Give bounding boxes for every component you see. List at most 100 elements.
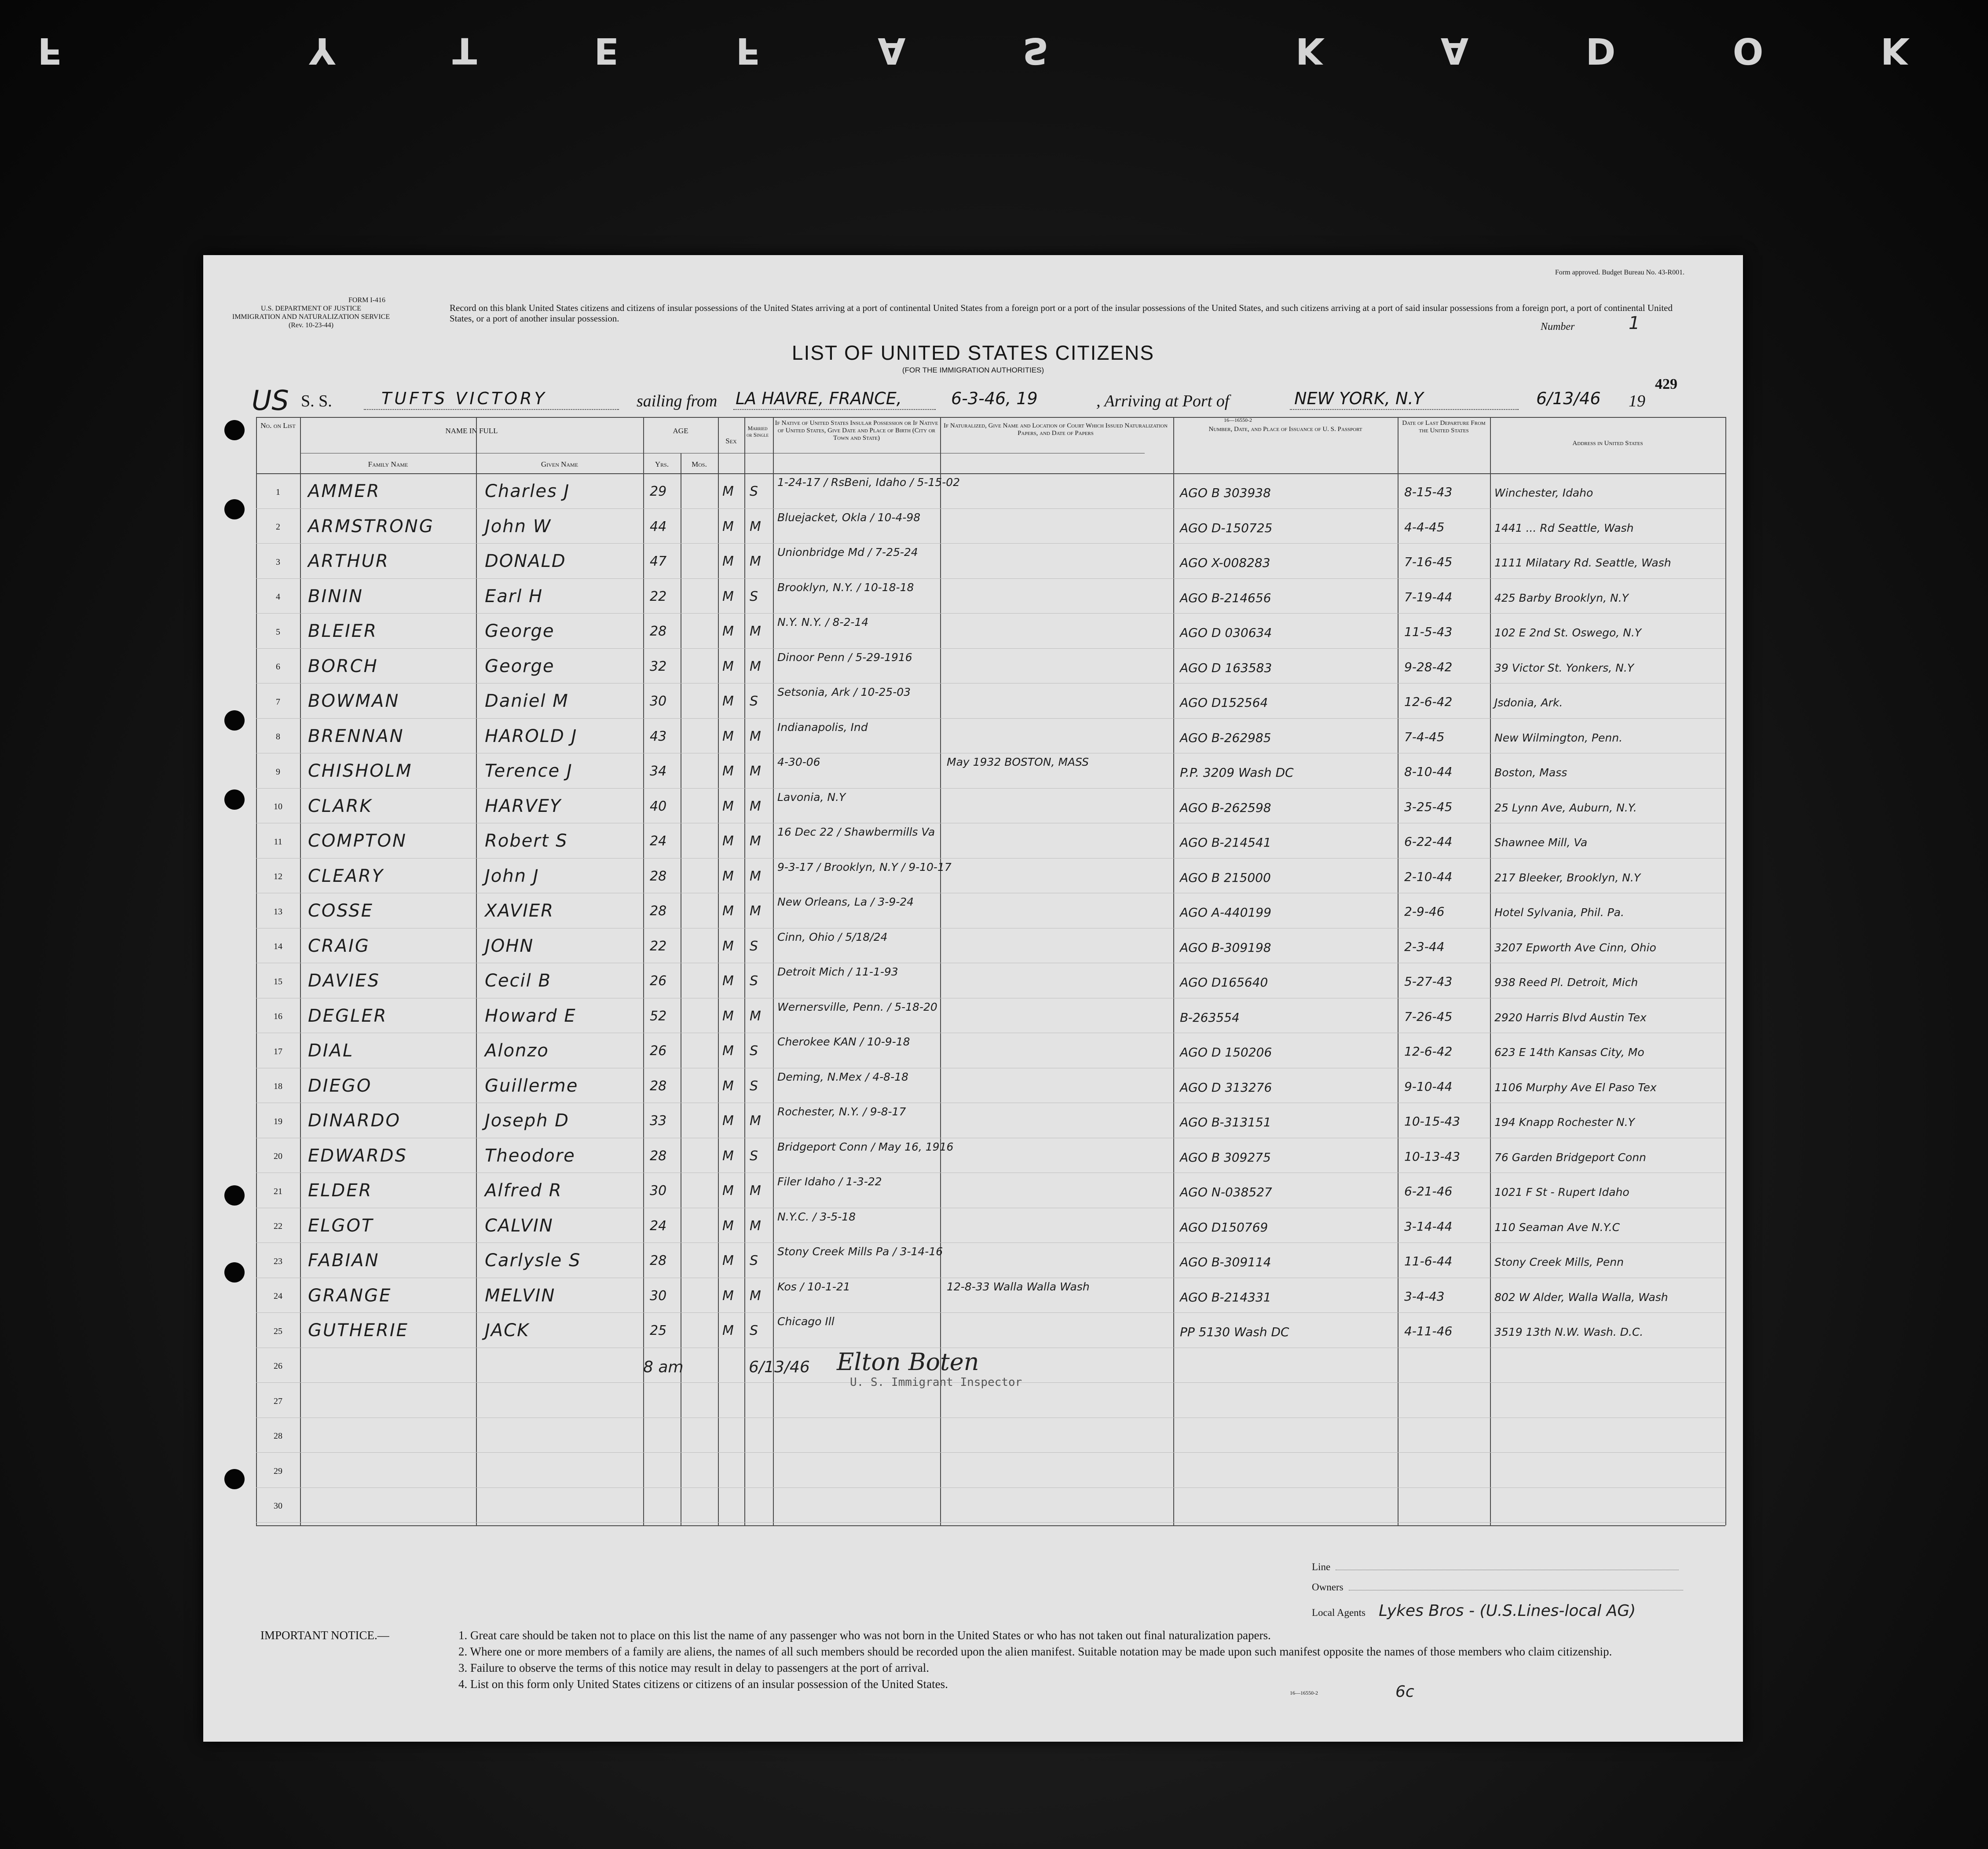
cell-ms: S xyxy=(750,484,758,499)
cell-address: 39 Victor St. Yonkers, N.Y xyxy=(1494,661,1634,674)
cell-address: Stony Creek Mills, Penn xyxy=(1494,1256,1624,1268)
cell-passport: PP 5130 Wash DC xyxy=(1180,1325,1289,1339)
row-number: 28 xyxy=(274,1431,282,1441)
column-rule xyxy=(300,417,301,1525)
cell-ms: M xyxy=(750,868,761,884)
row-number: 16 xyxy=(274,1012,282,1021)
cell-sex: M xyxy=(722,1113,734,1129)
cell-passport: AGO D 163583 xyxy=(1180,660,1272,675)
row-number: 10 xyxy=(274,802,282,811)
cell-yrs: 28 xyxy=(650,1078,667,1094)
cell-birth: Filer Idaho / 1-3-22 xyxy=(777,1175,882,1188)
arrival-port-rule xyxy=(1290,409,1519,410)
cell-sex: M xyxy=(722,484,734,499)
cell-given: JACK xyxy=(485,1320,530,1341)
cell-ms: S xyxy=(750,1253,758,1268)
cell-family: DINARDO xyxy=(308,1111,401,1131)
row-rule xyxy=(256,1312,1725,1313)
cell-address: 1021 F St - Rupert Idaho xyxy=(1494,1186,1629,1199)
punch-hole xyxy=(224,1469,245,1489)
cell-departure: 3-25-45 xyxy=(1404,799,1453,814)
cell-ms: M xyxy=(750,764,761,779)
notice-item: 2. Where one or more members of a family… xyxy=(458,1645,1612,1658)
cell-departure: 2-9-46 xyxy=(1404,904,1445,919)
cell-given: Joseph D xyxy=(485,1111,569,1131)
budget-approval: Form approved. Budget Bureau No. 43-R001… xyxy=(1555,269,1685,276)
cell-ms: M xyxy=(750,1113,761,1129)
local-agents-label: Local Agents xyxy=(1312,1607,1366,1618)
cell-departure: 12-6-42 xyxy=(1404,1044,1453,1059)
ss-label: S. S. xyxy=(301,392,332,410)
cell-ms: M xyxy=(750,1183,761,1199)
film-edge-letter: F xyxy=(736,29,802,72)
departure-date: 6-3-46, 19 xyxy=(951,389,1038,408)
cell-sex: M xyxy=(722,554,734,569)
cell-given: HARVEY xyxy=(485,796,562,816)
header-months: Mos. xyxy=(692,460,707,468)
row-rule xyxy=(256,788,1725,789)
notice-mark: 6c xyxy=(1395,1683,1414,1701)
punch-hole xyxy=(224,789,245,810)
cell-given: Guillerme xyxy=(485,1075,578,1096)
owners-label: Owners xyxy=(1312,1582,1344,1593)
cell-departure: 2-3-44 xyxy=(1404,939,1445,954)
cell-address: 25 Lynn Ave, Auburn, N.Y. xyxy=(1494,801,1637,814)
row-number: 17 xyxy=(274,1046,282,1056)
cell-sex: M xyxy=(722,658,734,674)
cell-address: 217 Bleeker, Brooklyn, N.Y xyxy=(1494,871,1641,884)
row-number: 25 xyxy=(274,1326,282,1336)
inspector-signature: Elton Boten xyxy=(837,1348,979,1376)
cell-yrs: 24 xyxy=(650,833,667,849)
cell-yrs: 52 xyxy=(650,1008,667,1024)
cell-sex: M xyxy=(722,764,734,779)
film-edge-letter: K xyxy=(1295,29,1366,72)
row-number: 9 xyxy=(276,767,280,777)
arrival-port: NEW YORK, N.Y xyxy=(1294,389,1424,408)
cell-departure: 7-19-44 xyxy=(1404,589,1453,604)
form-number: FORM I-416 xyxy=(348,296,386,304)
bottom-code: 16—16550-2 xyxy=(1290,1690,1318,1696)
cell-birth: Unionbridge Md / 7-25-24 xyxy=(777,546,918,559)
row-rule xyxy=(256,858,1725,859)
cell-given: XAVIER xyxy=(485,901,554,921)
film-edge-letter: O xyxy=(1732,29,1805,72)
cell-birth: N.Y. N.Y. / 8-2-14 xyxy=(777,616,869,629)
cell-ms: M xyxy=(750,1218,761,1234)
cell-passport: AGO D150769 xyxy=(1180,1220,1268,1235)
column-rule xyxy=(744,417,745,1525)
cell-sex: M xyxy=(722,694,734,709)
cell-given: George xyxy=(485,656,555,676)
film-edge-letter: T xyxy=(452,29,519,72)
column-rule xyxy=(718,417,719,1525)
row-number: 5 xyxy=(276,627,280,637)
cell-sex: M xyxy=(722,588,734,604)
punch-hole xyxy=(224,420,245,440)
cell-departure: 10-15-43 xyxy=(1404,1114,1461,1129)
film-edge-letter: D xyxy=(1585,29,1658,72)
cell-birth: Stony Creek Mills Pa / 3-14-16 xyxy=(777,1245,943,1258)
ship-name-rule xyxy=(364,409,619,410)
cell-yrs: 30 xyxy=(650,1288,667,1304)
cell-address: 110 Seaman Ave N.Y.C xyxy=(1494,1220,1620,1234)
row-number: 12 xyxy=(274,872,282,881)
cell-yrs: 25 xyxy=(650,1323,667,1338)
cell-sex: M xyxy=(722,938,734,954)
cell-address: 76 Garden Bridgeport Conn xyxy=(1494,1151,1646,1164)
cell-birth: 4-30-06 xyxy=(777,756,820,768)
cell-sex: M xyxy=(722,624,734,639)
cell-given: Alfred R xyxy=(485,1180,562,1201)
cell-given: HAROLD J xyxy=(485,726,578,746)
cell-nat: 12-8-33 Walla Walla Wash xyxy=(947,1280,1090,1293)
cell-ms: S xyxy=(750,1078,758,1094)
cell-given: Carlysle S xyxy=(485,1250,581,1271)
cell-passport: AGO B 215000 xyxy=(1180,870,1271,885)
cell-birth: Lavonia, N.Y xyxy=(777,790,846,804)
row-number: 29 xyxy=(274,1466,282,1476)
ship-name: TUFTS VICTORY xyxy=(381,389,547,408)
cell-birth: 1-24-17 / RsBeni, Idaho / 5-15-02 xyxy=(777,476,960,489)
header-number: No. on List xyxy=(260,421,296,430)
signature-time: 8 am xyxy=(643,1358,684,1376)
cell-address: 1106 Murphy Ave El Paso Tex xyxy=(1494,1081,1657,1094)
film-edge-letter: A xyxy=(878,29,948,72)
cell-ms: S xyxy=(750,1043,758,1059)
